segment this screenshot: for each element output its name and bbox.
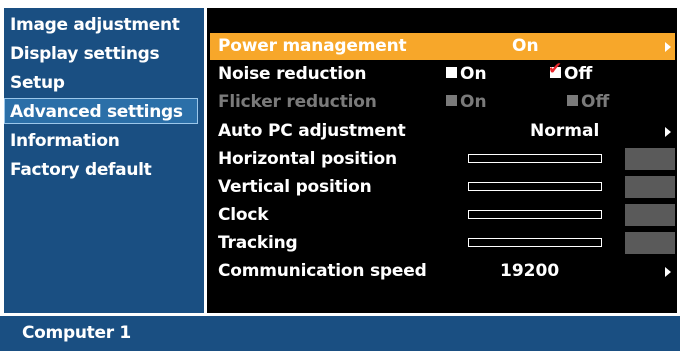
clock-value-box (625, 204, 675, 226)
tracking-slider[interactable] (468, 238, 602, 247)
communication-speed-label: Communication speed (218, 261, 427, 281)
submenu-arrow-icon (665, 127, 671, 137)
noise-reduction-off-option[interactable]: ✔ Off (548, 58, 593, 88)
auto-pc-adjustment-row[interactable]: Auto PC adjustment Normal (210, 118, 675, 145)
left-menu-item-image-adjustment[interactable]: Image adjustment (4, 12, 180, 38)
flicker-reduction-row: Flicker reduction On Off (210, 89, 675, 116)
left-menu-item-advanced-settings[interactable]: Advanced settings (4, 98, 198, 124)
vertical-position-row: Vertical position (210, 174, 675, 201)
flicker-reduction-label: Flicker reduction (218, 92, 377, 112)
flicker-reduction-on-option: On (446, 89, 487, 116)
vertical-position-label: Vertical position (218, 177, 372, 197)
checkbox-checked-icon: ✔ (548, 58, 563, 79)
power-management-label: Power management (218, 36, 407, 56)
noise-reduction-on-option[interactable]: On (446, 61, 487, 88)
tracking-row: Tracking (210, 230, 675, 257)
flicker-reduction-off-label: Off (581, 92, 610, 112)
submenu-arrow-icon (665, 267, 671, 277)
noise-reduction-row: Noise reduction On ✔ Off (210, 58, 675, 88)
horizontal-position-value-box (625, 148, 675, 170)
auto-pc-adjustment-value: Normal (530, 121, 600, 141)
left-menu-item-information[interactable]: Information (4, 128, 120, 154)
submenu-arrow-icon (665, 42, 671, 52)
noise-reduction-label: Noise reduction (218, 64, 367, 84)
clock-row: Clock (210, 202, 675, 229)
horizontal-position-row: Horizontal position (210, 146, 675, 173)
tracking-label: Tracking (218, 233, 298, 253)
horizontal-position-slider[interactable] (468, 154, 602, 163)
left-menu-item-factory-default[interactable]: Factory default (4, 157, 152, 183)
noise-reduction-on-label: On (460, 64, 487, 84)
left-menu-item-setup[interactable]: Setup (4, 70, 65, 96)
horizontal-position-label: Horizontal position (218, 149, 397, 169)
communication-speed-row[interactable]: Communication speed 19200 (210, 258, 675, 285)
vertical-position-slider[interactable] (468, 182, 602, 191)
power-management-row[interactable]: Power management On (210, 33, 675, 60)
auto-pc-adjustment-label: Auto PC adjustment (218, 121, 406, 141)
left-menu-item-display-settings[interactable]: Display settings (4, 41, 160, 67)
clock-slider[interactable] (468, 210, 602, 219)
flicker-reduction-off-option: Off (567, 89, 609, 116)
noise-reduction-off-label: Off (564, 64, 593, 84)
status-bar: Computer 1 (0, 316, 680, 351)
projector-osd: Image adjustment Display settings Setup … (0, 0, 680, 351)
checkbox-disabled-icon (567, 94, 578, 106)
tracking-value-box (625, 232, 675, 254)
clock-label: Clock (218, 205, 269, 225)
flicker-reduction-on-label: On (460, 92, 487, 112)
settings-panel: Power management On Noise reduction On ✔… (207, 8, 677, 313)
checkbox-empty-icon (446, 66, 457, 78)
input-source-label: Computer 1 (22, 323, 131, 343)
communication-speed-value: 19200 (500, 261, 560, 281)
vertical-position-value-box (625, 176, 675, 198)
checkbox-disabled-icon (446, 94, 457, 106)
left-menu: Image adjustment Display settings Setup … (4, 8, 204, 313)
power-management-value: On (512, 36, 539, 56)
